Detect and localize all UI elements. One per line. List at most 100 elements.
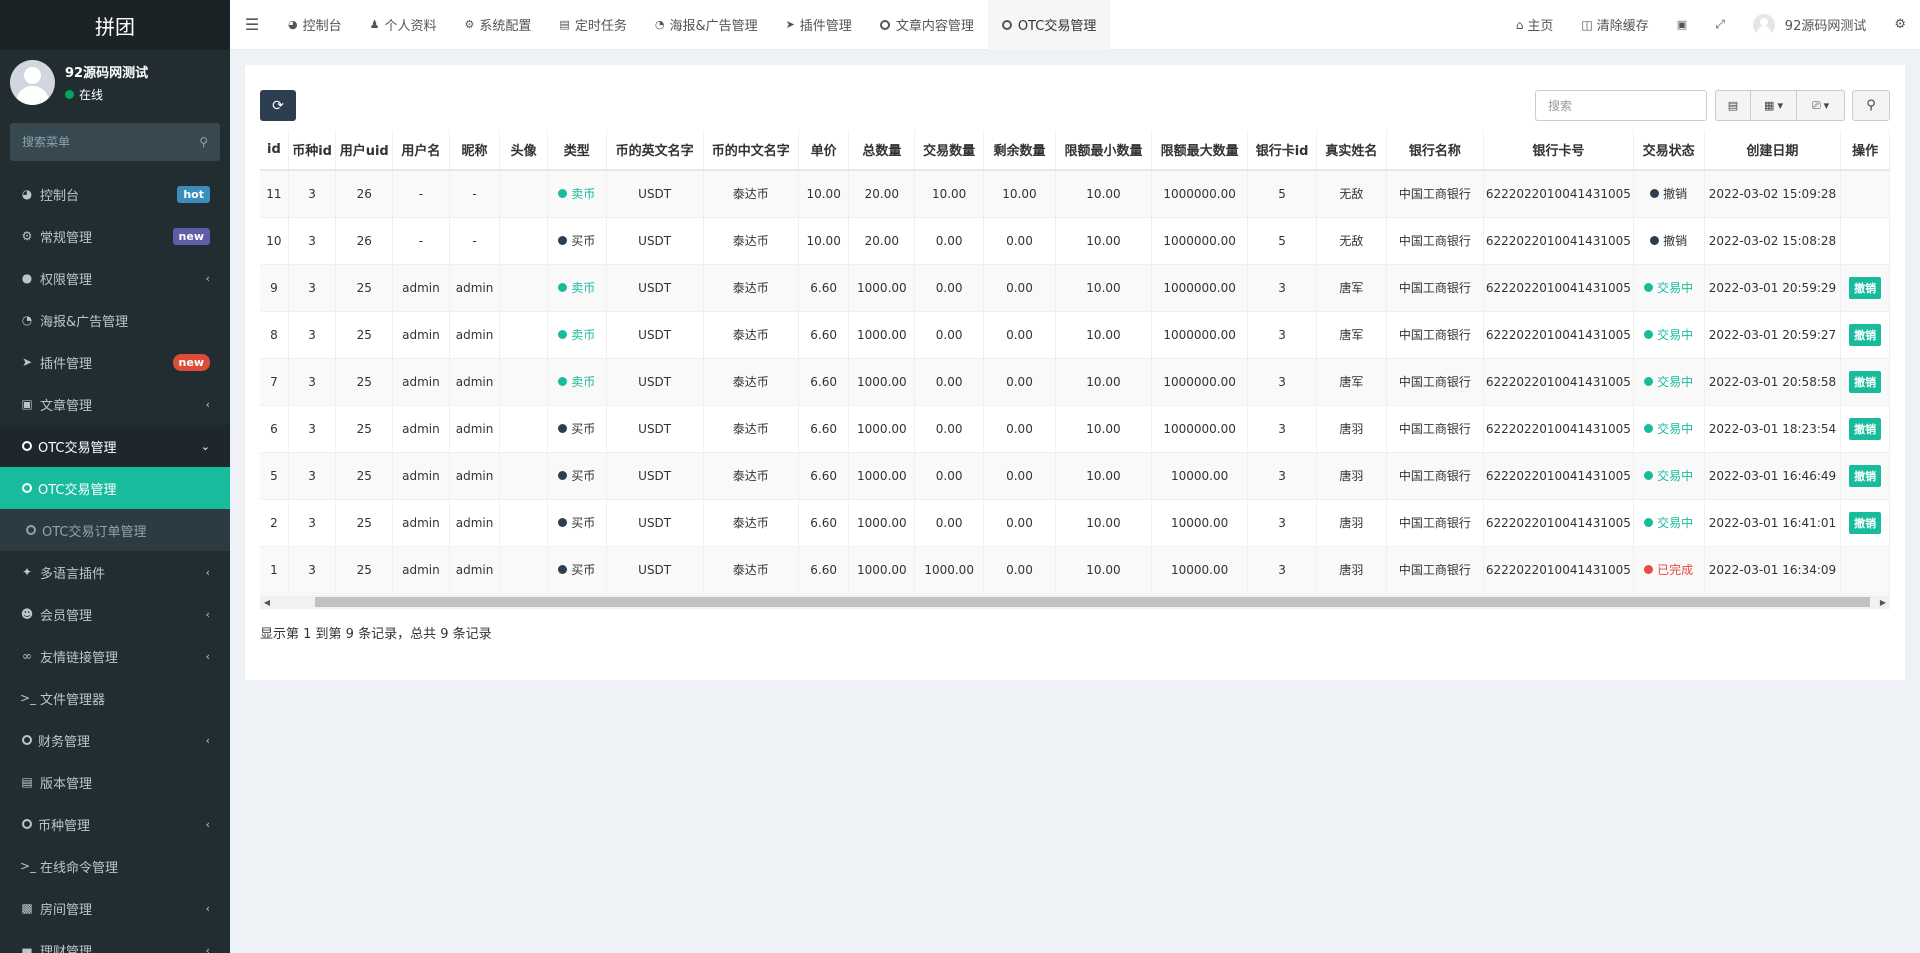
column-header[interactable]: 头像: [499, 130, 548, 171]
cell-max: 10000.00: [1151, 499, 1249, 547]
revoke-button[interactable]: 撤销: [1849, 323, 1882, 346]
sidebar-item-command[interactable]: >_ 在线命令管理: [0, 845, 230, 887]
refresh-button[interactable]: ⟳: [260, 90, 296, 121]
column-header[interactable]: 银行名称: [1386, 130, 1484, 171]
column-header[interactable]: 昵称: [449, 130, 501, 171]
export-button[interactable]: ⎚ ▾: [1797, 90, 1845, 121]
column-header[interactable]: 类型: [547, 130, 607, 171]
columns-button[interactable]: ▦ ▾: [1751, 90, 1797, 121]
tab-config[interactable]: ⚙ 系统配置: [451, 0, 546, 50]
revoke-button[interactable]: 撤销: [1849, 370, 1882, 393]
table-row[interactable]: 5 3 25 admin admin 买币 USDT 泰达币 6.60 1000.00 0.00 0.…: [260, 452, 1890, 500]
avatar-cell: [499, 358, 548, 406]
cell-realname: 唐羽: [1316, 546, 1387, 594]
scroll-left-icon[interactable]: ◀: [260, 595, 274, 609]
type-badge[interactable]: 买币: [558, 232, 595, 249]
tab-dashboard[interactable]: ◕ 控制台: [274, 0, 356, 50]
language-toggle[interactable]: ▣: [1663, 18, 1701, 31]
table-row[interactable]: 7 3 25 admin admin 卖币 USDT 泰达币 6.60 1000.00 0.00 0.…: [260, 358, 1890, 406]
scrollbar-thumb[interactable]: [315, 597, 1870, 607]
sidebar-item-auth[interactable]: ● 权限管理 ‹: [0, 257, 230, 299]
home-link[interactable]: ⌂ 主页: [1502, 15, 1568, 35]
sidebar-item-plugin[interactable]: ➤ 插件管理 new: [0, 341, 230, 383]
column-header[interactable]: 用户uid: [335, 130, 394, 171]
sidebar-item-finance[interactable]: 财务管理 ‹: [0, 719, 230, 761]
sidebar-item-lang[interactable]: ✦ 多语言插件 ‹: [0, 551, 230, 593]
type-label: 卖币: [571, 328, 596, 342]
type-badge[interactable]: 卖币: [558, 185, 595, 202]
column-header[interactable]: 真实姓名: [1316, 130, 1387, 171]
tab-poster[interactable]: ◔ 海报&广告管理: [641, 0, 772, 50]
sidebar-item-dashboard[interactable]: ◕ 控制台 hot: [0, 173, 230, 215]
user-menu[interactable]: 92源码网测试: [1739, 13, 1881, 36]
tab-otc[interactable]: OTC交易管理: [987, 0, 1111, 50]
type-badge[interactable]: 卖币: [558, 373, 595, 390]
table-row[interactable]: 10 3 26- - 买币 USDT 泰达币 10.00 20.00 0.00 0.00 10.00 1…: [260, 217, 1890, 265]
app-logo[interactable]: 拼团: [0, 0, 230, 50]
table-row[interactable]: 11 3 26- - 卖币 USDT 泰达币 10.00 20.00 10.00 10.00 10.0…: [260, 170, 1890, 218]
sidebar-item-files[interactable]: >_ 文件管理器: [0, 677, 230, 719]
sidebar-item-article[interactable]: ▣ 文章管理 ‹: [0, 383, 230, 425]
type-badge[interactable]: 卖币: [558, 326, 595, 343]
tab-crontab[interactable]: ▤ 定时任务: [545, 0, 640, 50]
table-search-input[interactable]: [1535, 90, 1707, 121]
search-icon[interactable]: ⚲: [199, 135, 208, 149]
menu-toggle-icon[interactable]: ☰: [230, 0, 274, 50]
revoke-button[interactable]: 撤销: [1849, 464, 1882, 487]
table-row[interactable]: 2 3 25 admin admin 买币 USDT 泰达币 6.60 1000.00 0.00 0.…: [260, 499, 1890, 547]
revoke-button[interactable]: 撤销: [1849, 276, 1882, 299]
tab-article-content[interactable]: 文章内容管理: [866, 0, 988, 50]
type-badge[interactable]: 卖币: [558, 279, 595, 296]
column-header[interactable]: 总数量: [848, 130, 916, 171]
type-badge[interactable]: 买币: [558, 514, 595, 531]
column-header[interactable]: 银行卡id: [1247, 130, 1317, 171]
sidebar-item-coin[interactable]: 币种管理 ‹: [0, 803, 230, 845]
sidebar-item-wealth[interactable]: ▬ 理财管理 ‹: [0, 929, 230, 953]
column-header[interactable]: id: [260, 130, 289, 171]
sidebar-item-poster[interactable]: ◔ 海报&广告管理: [0, 299, 230, 341]
column-header[interactable]: 币的英文名字: [606, 130, 704, 171]
tab-plugin[interactable]: ➤ 插件管理: [772, 0, 866, 50]
table-row[interactable]: 8 3 25 admin admin 卖币 USDT 泰达币 6.60 1000.00 0.00 0.…: [260, 311, 1890, 359]
revoke-button[interactable]: 撤销: [1849, 417, 1882, 440]
column-header[interactable]: 用户名: [392, 130, 450, 171]
advanced-search-button[interactable]: ⚲: [1852, 90, 1890, 121]
sidebar-item-version[interactable]: ▤ 版本管理: [0, 761, 230, 803]
control-sidebar-toggle[interactable]: ⚙: [1880, 17, 1920, 32]
column-header[interactable]: 限额最小数量: [1055, 130, 1153, 171]
column-header[interactable]: 币种id: [288, 130, 337, 171]
column-header[interactable]: 交易数量: [914, 130, 985, 171]
column-header[interactable]: 交易状态: [1633, 130, 1705, 171]
sidebar-item-member[interactable]: ☻ 会员管理 ‹: [0, 593, 230, 635]
column-header[interactable]: 银行卡号: [1483, 130, 1634, 171]
table-row[interactable]: 6 3 25 admin admin 买币 USDT 泰达币 6.60 1000.00 0.00 0.…: [260, 405, 1890, 453]
sidebar-item-links[interactable]: ∞ 友情链接管理 ‹: [0, 635, 230, 677]
column-header[interactable]: 限额最大数量: [1151, 130, 1249, 171]
tab-profile[interactable]: ♟ 个人资料: [356, 0, 451, 50]
sidebar-item-label: OTC交易管理: [38, 440, 117, 456]
column-header[interactable]: 创建日期: [1704, 130, 1842, 171]
column-header[interactable]: 剩余数量: [983, 130, 1056, 171]
cell-card_no: 6222022010041431005: [1483, 358, 1634, 406]
sidebar-item-general[interactable]: ⚙ 常规管理 new: [0, 215, 230, 257]
table-row[interactable]: 9 3 25 admin admin 卖币 USDT 泰达币 6.60 1000.00 0.00 0.…: [260, 264, 1890, 312]
table-row[interactable]: 1 3 25 admin admin 买币 USDT 泰达币 6.60 1000.00 1000.0…: [260, 546, 1890, 594]
toggle-view-button[interactable]: ▤: [1715, 90, 1751, 121]
clear-cache-button[interactable]: ◫ 清除缓存: [1567, 15, 1662, 35]
fullscreen-toggle[interactable]: ⤢: [1701, 17, 1739, 32]
type-badge[interactable]: 买币: [558, 467, 595, 484]
type-badge[interactable]: 买币: [558, 561, 595, 578]
scroll-right-icon[interactable]: ▶: [1876, 595, 1890, 609]
column-header[interactable]: 操作: [1840, 130, 1890, 171]
sidebar-item-room[interactable]: ▩ 房间管理 ‹: [0, 887, 230, 929]
cell-uid: 25: [335, 546, 394, 594]
revoke-button[interactable]: 撤销: [1849, 511, 1882, 534]
sidebar-subitem-otc-order[interactable]: OTC交易订单管理: [0, 509, 230, 551]
type-badge[interactable]: 买币: [558, 420, 595, 437]
horizontal-scrollbar[interactable]: ◀ ▶: [260, 595, 1890, 609]
column-header[interactable]: 币的中文名字: [703, 130, 799, 171]
sidebar-subitem-otc-trade[interactable]: OTC交易管理: [0, 467, 230, 509]
menu-search-input[interactable]: [22, 135, 200, 149]
sidebar-item-otc[interactable]: OTC交易管理 ⌄: [0, 425, 230, 467]
column-header[interactable]: 单价: [798, 130, 850, 171]
